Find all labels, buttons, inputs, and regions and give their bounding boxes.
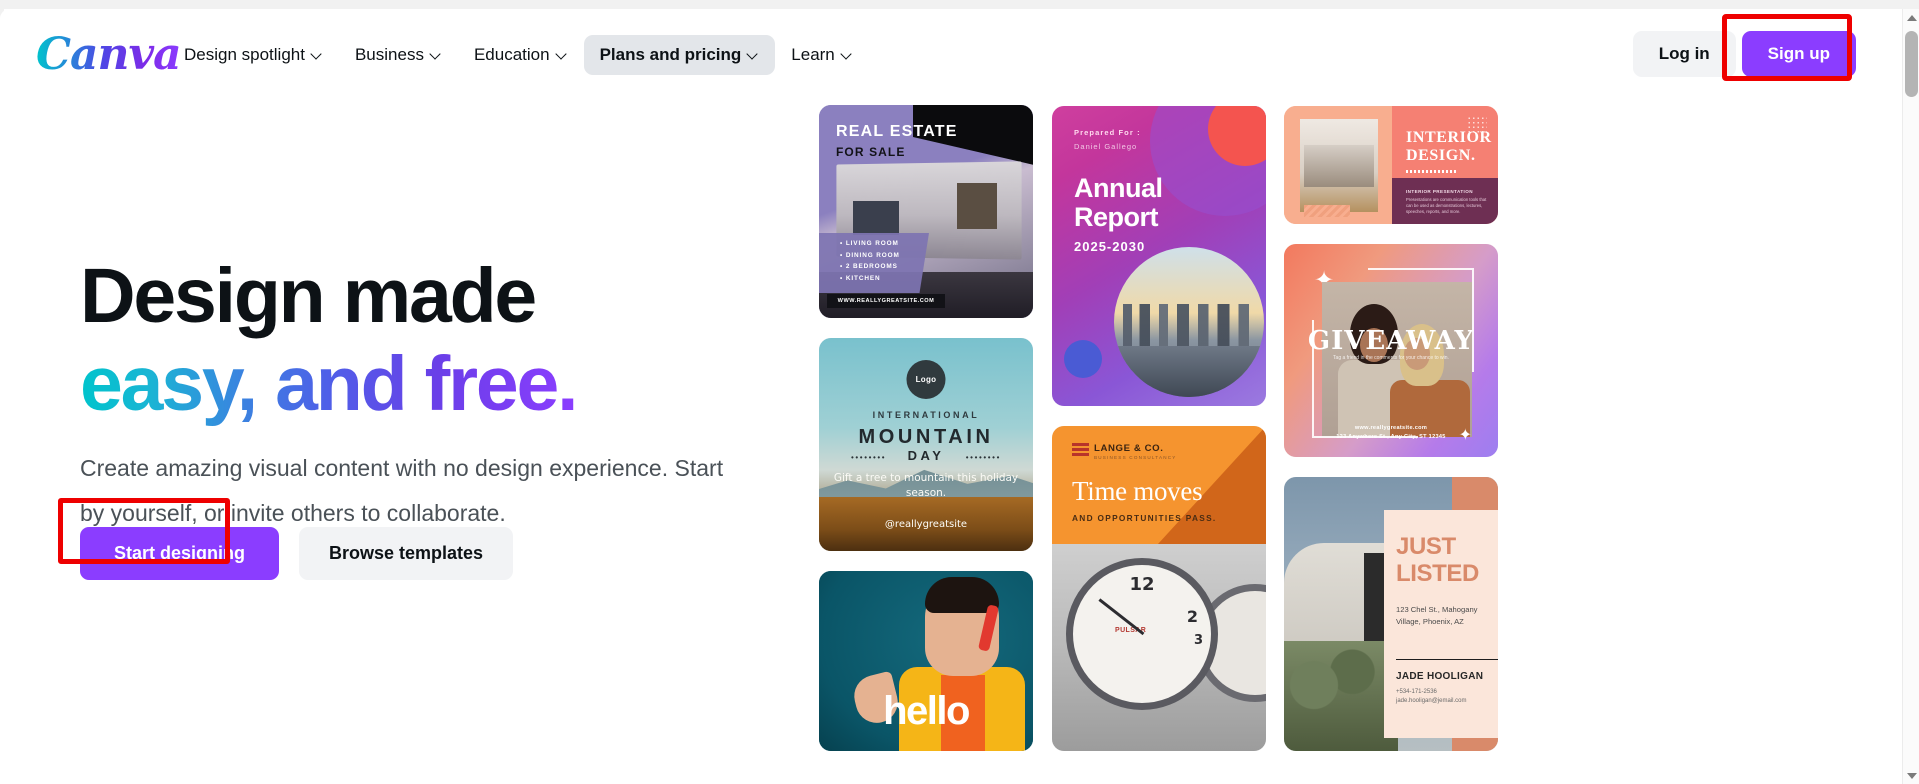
interior-room-photo [1300,119,1378,212]
listed-email: jade.hooligan@jemail.com [1396,698,1467,704]
time-clock-photo: 12 2 3 PULSAR [1052,544,1266,751]
scroll-up-arrow-icon[interactable] [1903,9,1919,26]
page-scrollbar[interactable] [1902,9,1919,784]
annual-prepared-for-label: Prepared For : [1074,128,1141,137]
mountain-logo-badge: Logo [906,360,946,399]
template-card-interior-design[interactable]: INTERIOR DESIGN. INTERIOR PRESENTATION Pr… [1284,106,1498,224]
house-window [957,183,997,229]
giveaway-title: GIVEAWAY [1307,326,1475,356]
interior-title: INTERIOR DESIGN. [1406,129,1492,164]
clock-numeral-3: 3 [1193,633,1203,648]
time-brand-tagline: BUSINESS CONSULTANCY [1094,455,1177,460]
browser-chrome-top [0,0,1919,9]
real-estate-subtitle: FOR SALE [836,145,906,159]
time-title: Time moves [1072,476,1203,506]
chevron-down-icon [748,49,759,60]
interior-divider [1406,170,1456,173]
annual-person-name: Daniel Gallego [1074,142,1138,151]
page-root: Canva Design spotlight Business Educatio… [0,0,1919,784]
nav-label: Learn [791,45,835,64]
interior-chevron-pattern [1304,205,1350,217]
template-card-hello[interactable]: hello [819,571,1033,751]
template-card-just-listed[interactable]: JUST LISTED 123 Chel St., Mahogany Villag… [1284,477,1498,751]
list-item: • 2 BEDROOMS [840,263,898,270]
mountain-tagline: Gift a tree to mountain this holiday sea… [833,472,1019,499]
list-item: • KITCHEN [840,274,881,282]
list-item: • LIVING ROOM [840,240,899,247]
annual-years: 2025-2030 [1074,239,1146,254]
hero-heading-line-2: easy, and free. [80,341,579,427]
hero-cta-group: Start designing Browse templates [80,527,514,580]
nav-label: Design spotlight [184,45,305,64]
real-estate-feature-list: • LIVING ROOM • DINING ROOM • 2 BEDROOMS… [840,238,900,284]
list-item: • DINING ROOM [840,251,900,259]
house-window [853,201,899,235]
canva-logo[interactable]: Canva [36,32,182,78]
nav-label: Business [354,45,424,64]
site-header: Canva Design spotlight Business Educatio… [0,9,1902,101]
nav-label: Education [473,45,550,64]
sign-up-button[interactable]: Sign up [1741,31,1856,77]
real-estate-title: REAL ESTATE [836,123,958,140]
nav-item-learn[interactable]: Learn [775,35,868,75]
nav-label: Plans and pricing [599,45,742,64]
mountain-handle: @reallygreatsite [884,519,968,530]
hello-word: hello [883,689,970,733]
listed-contact: +534-171-2536 jade.hooligan@jemail.com [1396,688,1466,706]
interior-furniture [1304,145,1374,187]
giveaway-tagline: Tag a friend in the comments for your ch… [1333,355,1449,361]
listed-agent-name: JADE HOOLIGAN [1396,671,1484,682]
template-card-mountain-day[interactable]: Logo INTERNATIONAL MOUNTAIN DAY ••••••••… [819,338,1033,551]
listed-phone: +534-171-2536 [1396,689,1437,695]
time-subtitle: AND OPPORTUNITIES PASS. [1072,513,1217,523]
sparkle-icon: ✦ [1458,427,1472,444]
lange-logo-icon [1072,443,1089,458]
scroll-down-arrow-icon[interactable] [1903,767,1919,784]
template-card-giveaway[interactable]: ✦ GIVEAWAY Tag a friend in the comments … [1284,244,1498,457]
listed-palm-plants [1284,641,1398,751]
chevron-down-icon [842,49,853,60]
page-viewport: Canva Design spotlight Business Educatio… [0,9,1902,784]
hero-section: Design made easy, and free. Create amazi… [80,252,770,580]
interior-body-text: Presentations are communication tools th… [1406,197,1487,215]
nav-item-business[interactable]: Business [339,35,458,75]
annual-blue-circle [1064,340,1102,378]
hero-heading-line-1: Design made [80,253,537,339]
page-title: Design made easy, and free. [80,252,770,428]
listed-address: 123 Chel St., Mahogany Village, Phoenix,… [1396,605,1478,626]
chevron-down-icon [431,49,442,60]
clock-numeral-2: 2 [1186,607,1198,626]
main-navigation: Design spotlight Business Education Plan… [168,35,869,75]
mountain-kicker: INTERNATIONAL [872,410,980,420]
start-designing-button[interactable]: Start designing [80,527,280,580]
annual-city-photo [1114,247,1264,397]
template-card-real-estate[interactable]: REAL ESTATE FOR SALE • LIVING ROOM • DIN… [819,105,1033,318]
mountain-title: MOUNTAIN [858,426,994,448]
template-card-time-moves[interactable]: LANGE & CO. BUSINESS CONSULTANCY Time mo… [1052,426,1266,751]
log-in-button[interactable]: Log in [1632,31,1736,77]
listed-title: JUST LISTED [1396,533,1479,587]
nav-item-education[interactable]: Education [458,35,584,75]
city-foreground [1114,346,1264,397]
real-estate-url: WWW.REALLYGREATSITE.COM [827,294,945,308]
nav-item-design-spotlight[interactable]: Design spotlight [168,35,339,75]
mountain-dots-right: •••••••• [965,453,1001,462]
scrollbar-thumb[interactable] [1905,31,1918,97]
header-actions: Log in Sign up [1632,31,1856,77]
chevron-down-icon [312,49,323,60]
clock-numeral-12: 12 [1129,574,1155,595]
mountain-dots-left: •••••••• [851,453,887,462]
template-card-annual-report[interactable]: Prepared For : Daniel Gallego Annual Repo… [1052,106,1266,406]
browse-templates-button[interactable]: Browse templates [299,527,514,580]
interior-section-label: INTERIOR PRESENTATION [1406,189,1473,194]
nav-item-plans-and-pricing[interactable]: Plans and pricing [583,35,776,75]
hero-paragraph: Create amazing visual content with no de… [80,455,724,526]
annual-title: Annual Report [1074,173,1163,232]
time-brand-name: LANGE & CO. [1094,443,1164,454]
chevron-down-icon [557,49,568,60]
interior-left-panel [1284,106,1392,224]
clock-primary: 12 2 3 PULSAR [1066,558,1218,710]
listed-divider [1396,659,1498,661]
